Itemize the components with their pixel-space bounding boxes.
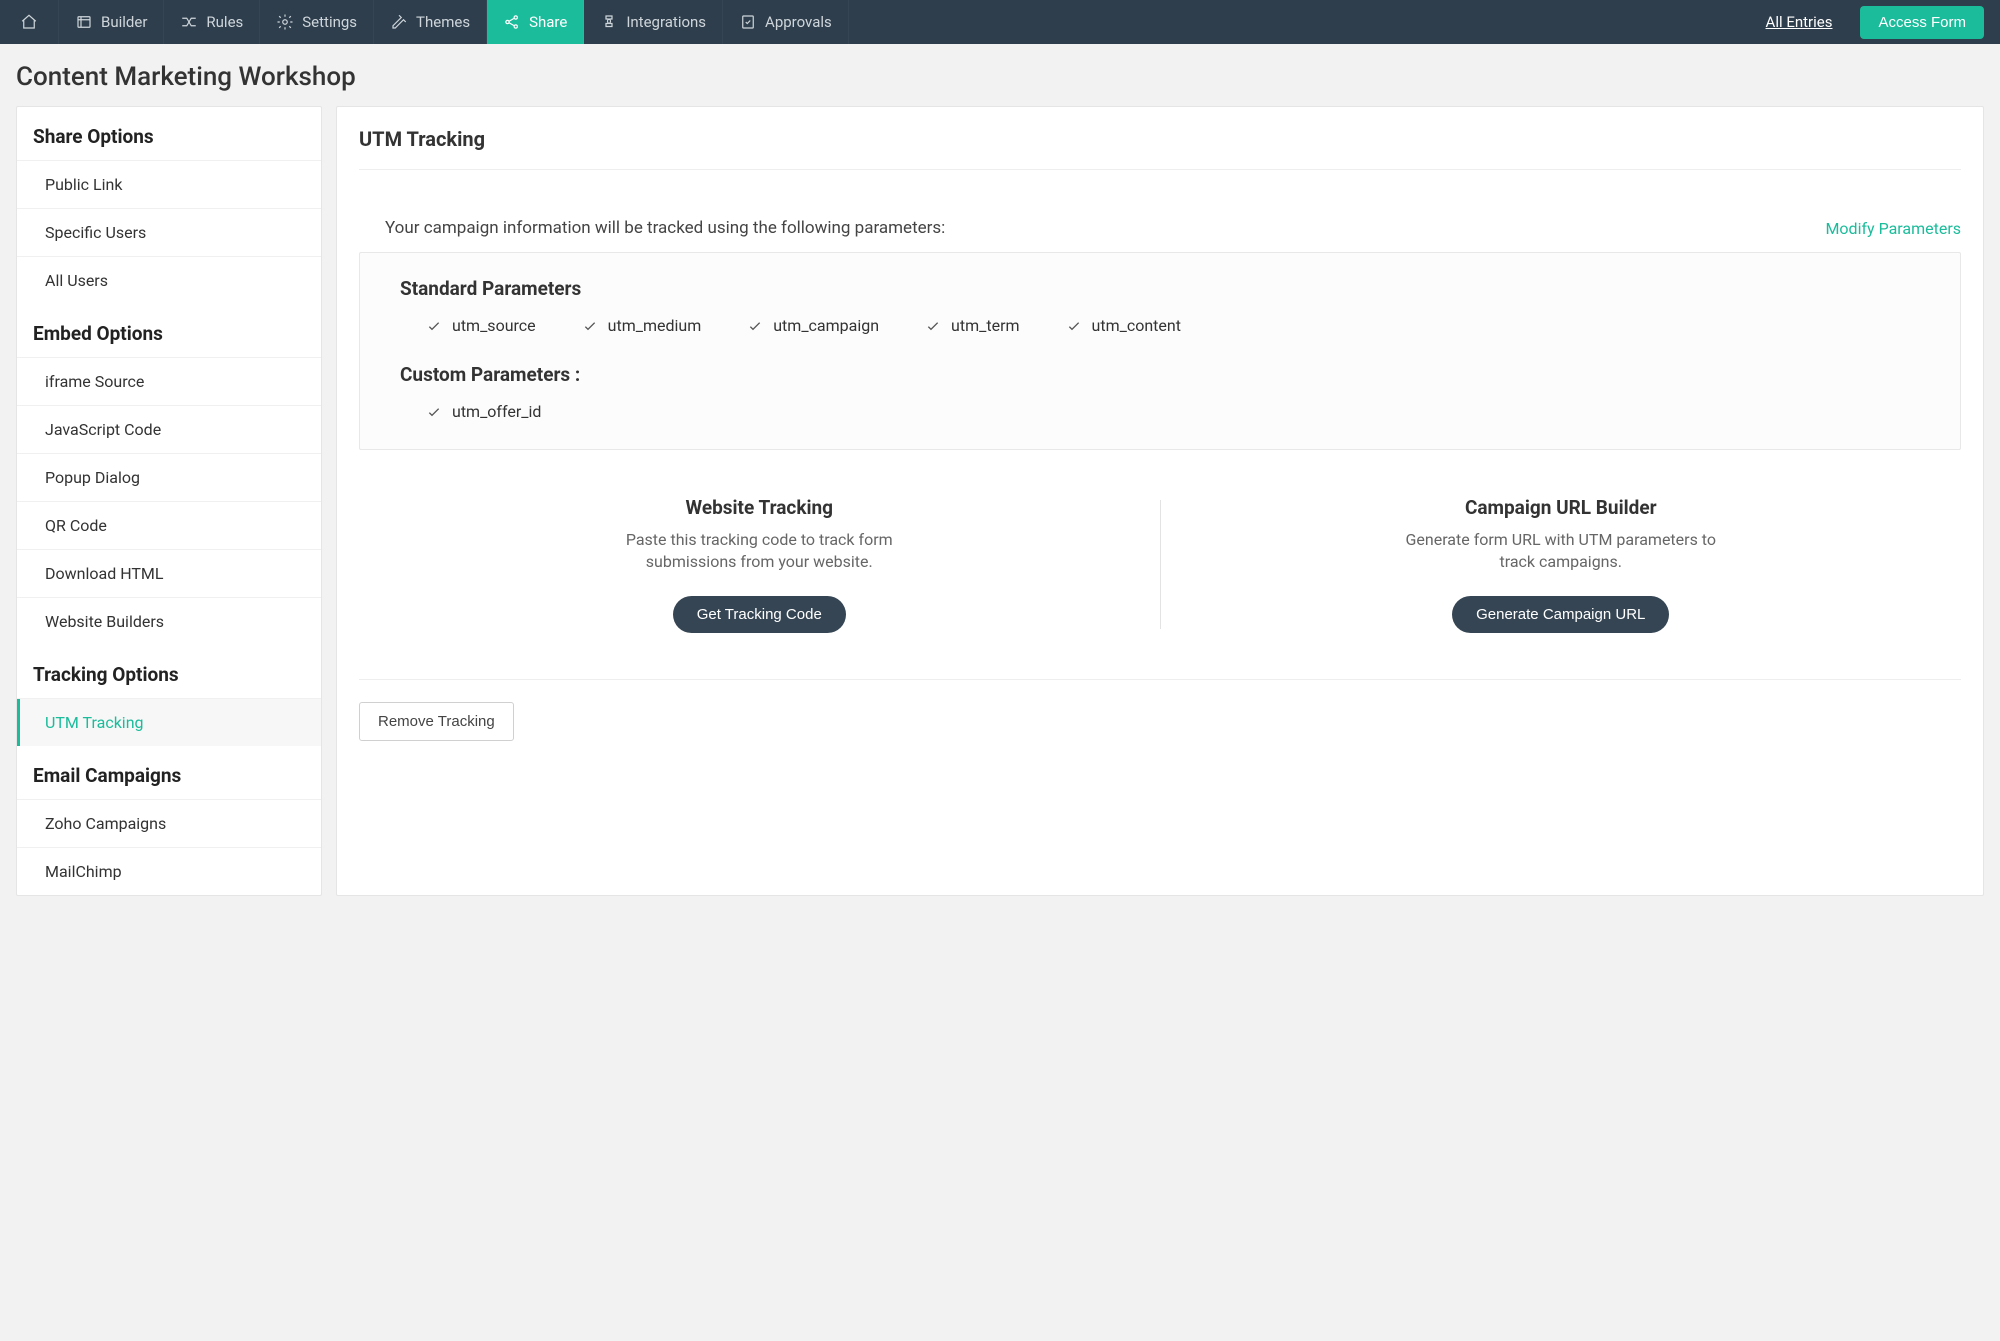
standard-params-heading: Standard Parameters [400,277,1920,300]
topnav-left: Builder Rules Settings Themes Share [0,0,849,44]
sidebar-item-popup-dialog[interactable]: Popup Dialog [17,453,321,501]
nav-settings[interactable]: Settings [260,0,374,44]
nav-label: Share [529,13,567,31]
sidebar-item-download-html[interactable]: Download HTML [17,549,321,597]
themes-icon [390,13,408,31]
nav-label: Approvals [765,13,832,31]
all-entries-link[interactable]: All Entries [1766,13,1833,31]
param-utm-campaign: utm_campaign [747,316,879,335]
nav-home[interactable] [0,0,59,44]
sidebar-item-javascript-code[interactable]: JavaScript Code [17,405,321,453]
param-label: utm_term [951,316,1019,335]
param-utm-content: utm_content [1066,316,1181,335]
approvals-icon [739,13,757,31]
layout: Share Options Public Link Specific Users… [0,106,2000,912]
main-title: UTM Tracking [359,107,1961,170]
nav-integrations[interactable]: Integrations [584,0,723,44]
nav-label: Themes [416,13,470,31]
nav-label: Integrations [626,13,706,31]
nav-label: Builder [101,13,147,31]
horizontal-divider [359,679,1961,680]
nav-builder[interactable]: Builder [59,0,164,44]
nav-label: Rules [206,13,243,31]
sidebar-item-zoho-campaigns[interactable]: Zoho Campaigns [17,799,321,847]
sidebar-item-qr-code[interactable]: QR Code [17,501,321,549]
param-utm-medium: utm_medium [582,316,702,335]
nav-themes[interactable]: Themes [374,0,487,44]
check-icon [426,404,442,420]
custom-params-heading: Custom Parameters : [400,363,1920,386]
modify-parameters-link[interactable]: Modify Parameters [1825,219,1961,238]
sidebar-item-public-link[interactable]: Public Link [17,160,321,208]
nav-rules[interactable]: Rules [164,0,260,44]
parameters-box: Standard Parameters utm_source utm_mediu… [359,252,1961,450]
standard-params-list: utm_source utm_medium utm_campaign utm_t… [400,316,1920,335]
param-utm-offer-id: utm_offer_id [426,402,541,421]
get-tracking-code-button[interactable]: Get Tracking Code [673,596,846,633]
settings-icon [276,13,294,31]
website-tracking-card: Website Tracking Paste this tracking cod… [359,496,1160,633]
side-heading-embed: Embed Options [17,304,321,357]
param-label: utm_offer_id [452,402,541,421]
param-utm-term: utm_term [925,316,1019,335]
param-label: utm_source [452,316,536,335]
home-icon [20,13,38,31]
sidebar-item-iframe-source[interactable]: iframe Source [17,357,321,405]
sidebar-item-utm-tracking[interactable]: UTM Tracking [17,698,321,746]
param-label: utm_content [1092,316,1181,335]
nav-approvals[interactable]: Approvals [723,0,849,44]
nav-label: Settings [302,13,357,31]
integrations-icon [600,13,618,31]
custom-params-list: utm_offer_id [400,402,1920,421]
campaign-url-builder-heading: Campaign URL Builder [1191,496,1932,519]
topnav: Builder Rules Settings Themes Share [0,0,2000,44]
sidebar-item-specific-users[interactable]: Specific Users [17,208,321,256]
rules-icon [180,13,198,31]
builder-icon [75,13,93,31]
param-utm-source: utm_source [426,316,536,335]
website-tracking-heading: Website Tracking [389,496,1130,519]
remove-tracking-button[interactable]: Remove Tracking [359,702,514,741]
website-tracking-desc: Paste this tracking code to track form s… [594,529,924,574]
generate-campaign-url-button[interactable]: Generate Campaign URL [1452,596,1669,633]
sidebar-item-mailchimp[interactable]: MailChimp [17,847,321,895]
topnav-right: All Entries Access Form [1766,0,2000,44]
nav-share[interactable]: Share [487,0,584,44]
campaign-url-builder-card: Campaign URL Builder Generate form URL w… [1161,496,1962,633]
side-heading-share: Share Options [17,107,321,160]
sidebar-item-all-users[interactable]: All Users [17,256,321,304]
two-column-cards: Website Tracking Paste this tracking cod… [359,496,1961,633]
main-panel: UTM Tracking Your campaign information w… [336,106,1984,896]
param-label: utm_medium [608,316,702,335]
check-icon [747,318,763,334]
page-title: Content Marketing Workshop [0,44,2000,106]
access-form-button[interactable]: Access Form [1860,6,1984,39]
intro-text: Your campaign information will be tracke… [385,218,945,238]
side-heading-email: Email Campaigns [17,746,321,799]
campaign-url-builder-desc: Generate form URL with UTM parameters to… [1396,529,1726,574]
check-icon [426,318,442,334]
share-icon [503,13,521,31]
sidebar: Share Options Public Link Specific Users… [16,106,322,896]
check-icon [582,318,598,334]
intro-row: Your campaign information will be tracke… [359,170,1961,252]
check-icon [1066,318,1082,334]
param-label: utm_campaign [773,316,879,335]
sidebar-item-website-builders[interactable]: Website Builders [17,597,321,645]
check-icon [925,318,941,334]
side-heading-tracking: Tracking Options [17,645,321,698]
